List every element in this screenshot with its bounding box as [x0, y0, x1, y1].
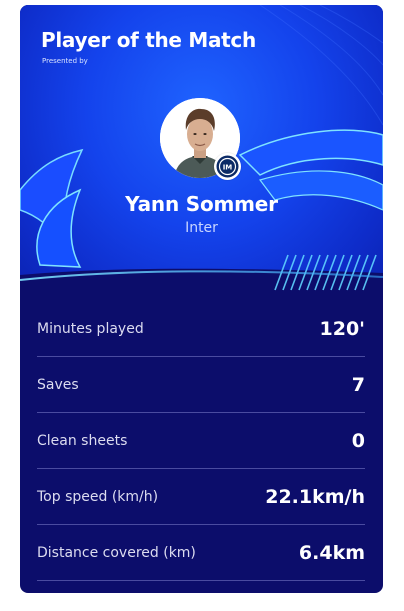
presented-by-text: Presented by — [42, 57, 88, 65]
player-name: Yann Sommer — [125, 192, 278, 216]
stat-value: 22.1km/h — [265, 485, 365, 508]
stats-list: Minutes played 120' Saves 7 Clean sheets… — [37, 301, 365, 581]
stat-value: 120' — [319, 317, 365, 340]
stat-row-clean-sheets: Clean sheets 0 — [37, 413, 365, 469]
stat-row-saves: Saves 7 — [37, 357, 365, 413]
stat-label: Minutes played — [37, 320, 144, 337]
stat-label: Distance covered (km) — [37, 544, 196, 561]
stat-label: Clean sheets — [37, 432, 128, 449]
club-crest-icon: IM — [214, 153, 241, 180]
club-name: Inter — [185, 220, 218, 236]
card-header: Player of the Match Presented by IM Yann… — [20, 5, 383, 297]
card-title: Player of the Match — [41, 28, 256, 52]
svg-text:IM: IM — [223, 164, 233, 172]
player-of-the-match-card: Player of the Match Presented by IM Yann… — [20, 5, 383, 593]
stat-label: Top speed (km/h) — [37, 488, 159, 505]
stat-value: 0 — [351, 429, 365, 452]
stat-label: Saves — [37, 376, 79, 393]
stat-value: 7 — [351, 373, 365, 396]
stat-row-distance-covered: Distance covered (km) 6.4km — [37, 525, 365, 581]
stat-value: 6.4km — [298, 541, 365, 564]
stat-row-minutes-played: Minutes played 120' — [37, 301, 365, 357]
stat-row-top-speed: Top speed (km/h) 22.1km/h — [37, 469, 365, 525]
